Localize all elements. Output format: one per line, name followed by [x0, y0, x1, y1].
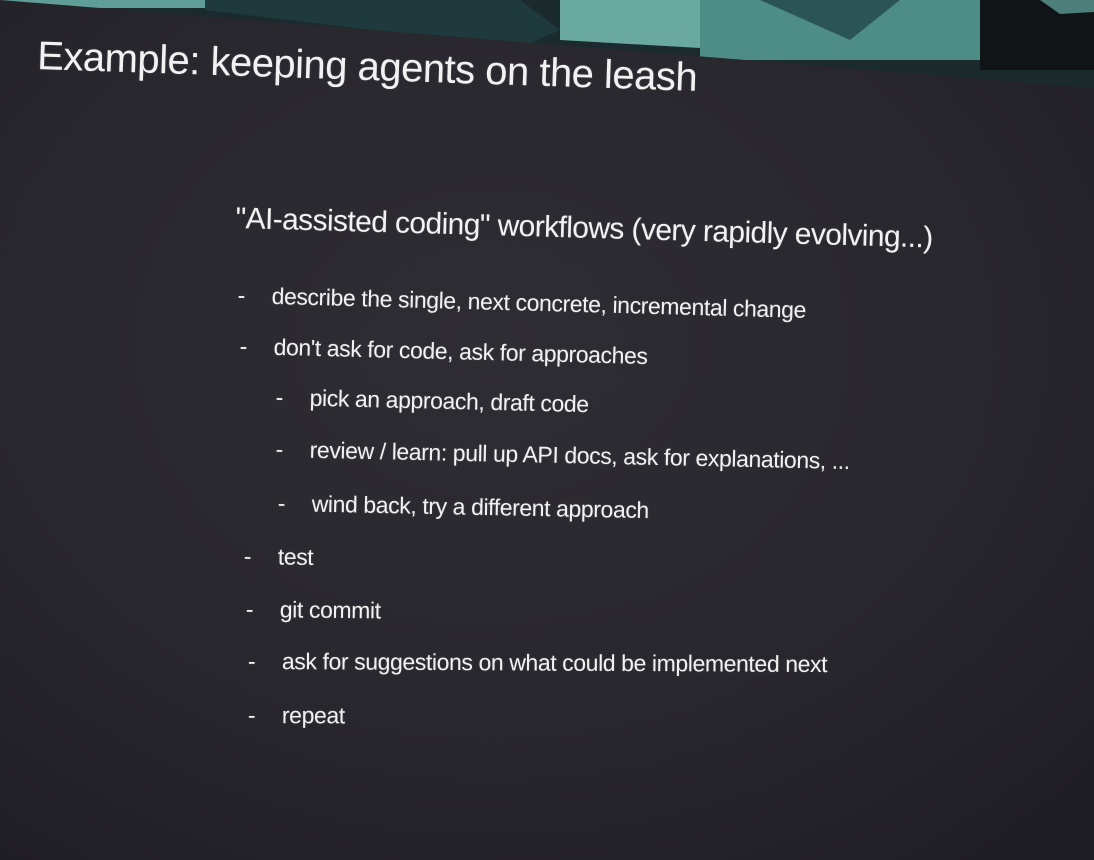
bullet-marker: -	[277, 490, 286, 517]
bullet-marker: -	[237, 282, 246, 309]
bullet-ask-approaches: - don't ask for code, ask for approaches	[239, 333, 648, 370]
bullet-marker: -	[247, 702, 256, 729]
bullet-text: don't ask for code, ask for approaches	[273, 333, 648, 369]
sub-bullet-pick-approach: - pick an approach, draft code	[275, 384, 589, 418]
bullet-marker: -	[247, 648, 256, 675]
bullet-marker: -	[275, 384, 284, 411]
slide-title: Example: keeping agents on the leash	[36, 34, 698, 100]
slide-content: Example: keeping agents on the leash "AI…	[0, 0, 1094, 860]
bullet-describe-change: - describe the single, next concrete, inc…	[237, 282, 806, 324]
bullet-text: test	[277, 543, 314, 570]
sub-bullet-review-learn: - review / learn: pull up API docs, ask f…	[275, 436, 850, 475]
bullet-marker: -	[275, 436, 284, 463]
bullet-git-commit: - git commit	[246, 596, 381, 624]
bullet-text: wind back, try a different approach	[311, 490, 650, 524]
slide: Example: keeping agents on the leash "AI…	[0, 0, 1094, 860]
bullet-text: ask for suggestions on what could be imp…	[281, 648, 828, 678]
bullet-text: review / learn: pull up API docs, ask fo…	[309, 436, 851, 475]
presentation-photo: Example: keeping agents on the leash "AI…	[0, 0, 1094, 860]
bullet-text: pick an approach, draft code	[309, 384, 589, 418]
bullet-ask-suggestions: - ask for suggestions on what could be im…	[248, 648, 827, 678]
slide-subtitle: "AI-assisted coding" workflows (very rap…	[235, 202, 934, 255]
bullet-test: - test	[244, 543, 314, 571]
bullet-marker: -	[245, 596, 254, 623]
bullet-text: git commit	[279, 596, 381, 624]
bullet-marker: -	[239, 333, 248, 360]
sub-bullet-wind-back: - wind back, try a different approach	[277, 490, 650, 524]
bullet-text: describe the single, next concrete, incr…	[271, 282, 807, 323]
bullet-marker: -	[243, 543, 252, 570]
bullet-text: repeat	[281, 702, 345, 729]
bullet-repeat: - repeat	[248, 702, 345, 729]
